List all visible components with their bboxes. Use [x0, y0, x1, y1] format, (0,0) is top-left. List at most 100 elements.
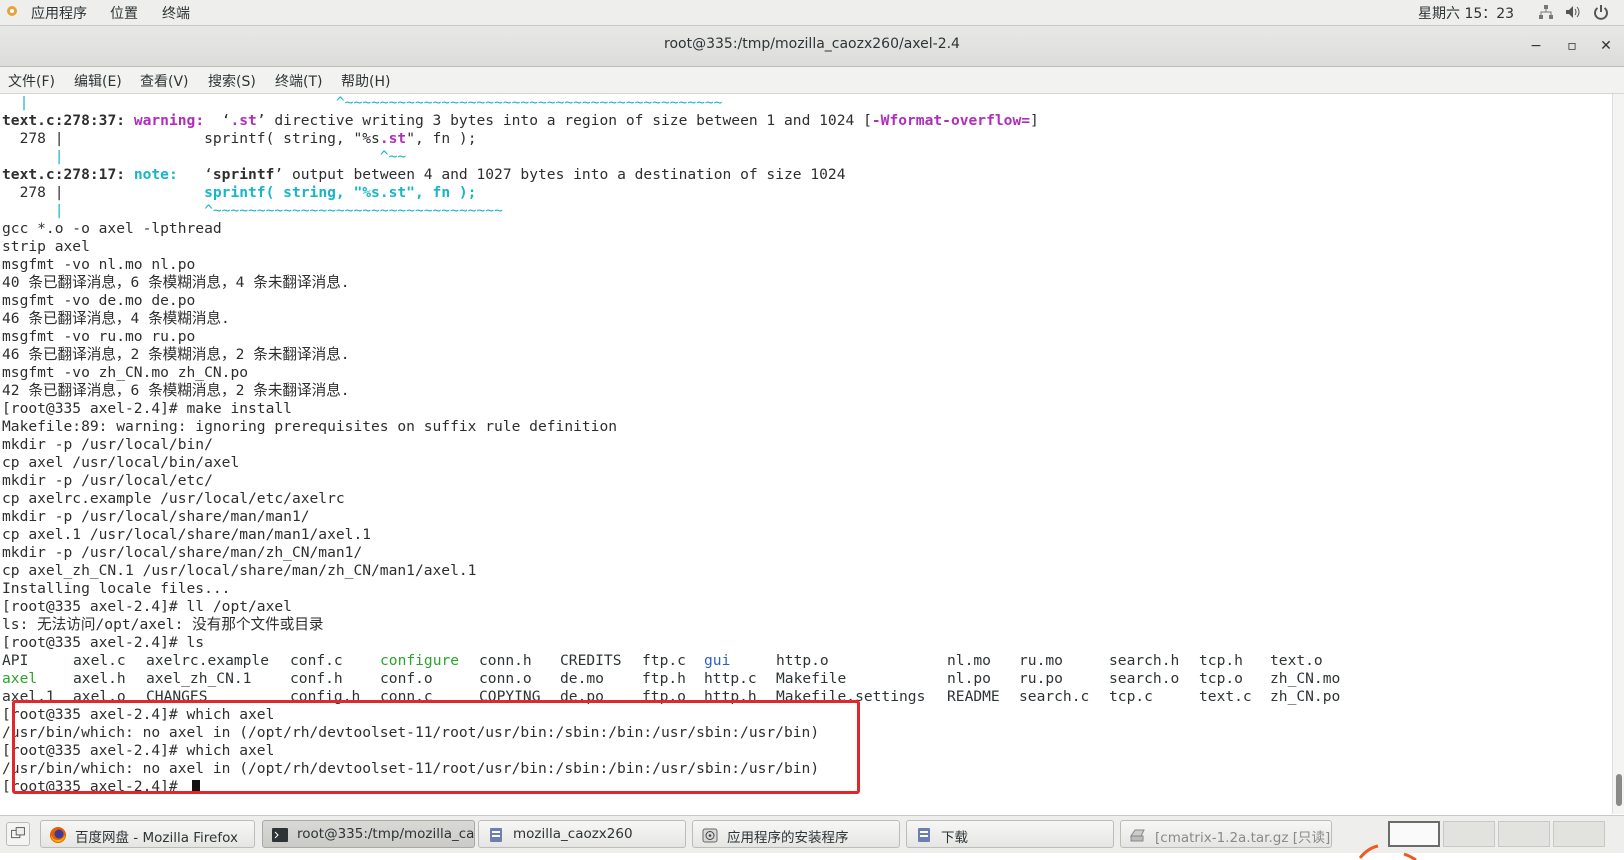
terminal-line: msgfmt -vo nl.mo nl.po [2, 256, 196, 273]
task-terminal[interactable]: root@335:/tmp/mozilla_ca··· [262, 820, 475, 848]
workspace-2[interactable] [1443, 821, 1495, 847]
terminal-line: /usr/bin/which: no axel in (/opt/rh/devt… [2, 724, 820, 741]
terminal-line: cp axel_zh_CN.1 /usr/local/share/man/zh_… [2, 562, 477, 579]
terminal-line: Makefile:89: warning: ignoring prerequis… [2, 418, 618, 435]
warning-flag: -Wformat-overflow= [871, 112, 1031, 129]
network-icon[interactable] [1538, 4, 1554, 20]
terminal-line: msgfmt -vo zh_CN.mo zh_CN.po [2, 364, 249, 381]
menu-bar: 文件(F) 编辑(E) 查看(V) 搜索(S) 终端(T) 帮助(H) [0, 67, 1624, 94]
menu-view[interactable]: 查看(V) [140, 71, 189, 91]
terminal-scrollbar[interactable] [1612, 94, 1624, 814]
ls-entry: Makefile.settings [776, 688, 926, 705]
source-code: ", fn ); [406, 130, 477, 147]
ls-entry: axel.o [73, 688, 126, 705]
ls-entry: nl.mo [947, 652, 991, 669]
ls-entry: ftp.h [642, 670, 686, 687]
top-panel: 应用程序 位置 终端 星期六 15：23 [0, 0, 1624, 26]
ls-entry: CHANGES [146, 688, 208, 705]
ls-entry: conf.h [290, 670, 343, 687]
ls-entry: axelrc.example [146, 652, 270, 669]
ls-entry: search.c [1019, 688, 1090, 705]
task-archive[interactable]: [cmatrix-1.2a.tar.gz [只读]] [1120, 820, 1332, 848]
terminal-line: 42 条已翻译消息，6 条模糊消息，2 条未翻译消息. [2, 382, 350, 399]
task-label: 百度网盘 - Mozilla Firefox [75, 830, 238, 846]
ls-entry: http.h [704, 688, 757, 705]
ls-entry: conn.h [479, 652, 532, 669]
menu-file[interactable]: 文件(F) [8, 71, 55, 91]
terminal-line: text.c:278:17: note: ‘sprintf’ output be… [2, 166, 846, 184]
ls-entry: gui [704, 652, 731, 669]
terminal-line: /usr/bin/which: no axel in (/opt/rh/devt… [2, 760, 820, 777]
task-downloads[interactable]: 下载 [906, 820, 1114, 848]
terminal-line: text.c:278:37: warning: ‘.st’ directive … [2, 112, 1039, 130]
ls-entry: COPYING [479, 688, 541, 705]
terminal-line: ls: 无法访问/opt/axel: 没有那个文件或目录 [2, 616, 324, 633]
task-label: root@335:/tmp/mozilla_ca··· [297, 826, 475, 842]
highlight-token: .st [230, 112, 257, 129]
ls-entry: text.o [1270, 652, 1323, 669]
window-titlebar[interactable]: root@335:/tmp/mozilla_caozx260/axel-2.4 … [0, 26, 1624, 67]
file-ref: text.c: [2, 166, 64, 183]
menu-terminal[interactable]: 终端(T) [275, 71, 322, 91]
terminal-line: mkdir -p /usr/local/bin/ [2, 436, 213, 453]
minimize-button[interactable]: − [1524, 34, 1548, 58]
terminal-line: cp axel.1 /usr/local/share/man/man1/axel… [2, 526, 372, 543]
close-button[interactable]: ✕ [1594, 34, 1618, 58]
ls-entry: conn.o [479, 670, 532, 687]
terminal-line: 46 条已翻译消息，2 条模糊消息，2 条未翻译消息. [2, 346, 350, 363]
terminal-line: 40 条已翻译消息，6 条模糊消息，4 条未翻译消息. [2, 274, 350, 291]
terminal-icon [272, 828, 288, 842]
terminal-output[interactable]: | ^~~~~~~~~~~~~~~~~~~~~~~~~~~~~~~~~~~~~~… [0, 94, 1612, 814]
ls-entry: de.mo [560, 670, 604, 687]
task-firefox[interactable]: 百度网盘 - Mozilla Firefox [40, 820, 255, 848]
ls-entry: zh_CN.po [1270, 688, 1341, 705]
ls-entry: configure [380, 652, 460, 669]
terminal-line: [root@335 axel-2.4]# which axel [2, 706, 275, 723]
applications-menu[interactable]: 应用程序 [31, 3, 87, 23]
task-installer[interactable]: 应用程序的安装程序 [692, 820, 900, 848]
ls-entry: ru.mo [1019, 652, 1063, 669]
ls-entry: conf.o [380, 670, 433, 687]
terminal-line: mkdir -p /usr/local/share/man/zh_CN/man1… [2, 544, 363, 561]
terminal-line: 278 | sprintf( string, "%s.st", fn ); [2, 130, 477, 148]
places-menu[interactable]: 位置 [110, 3, 138, 23]
volume-icon[interactable] [1565, 4, 1581, 20]
terminal-line: 46 条已翻译消息，4 条模糊消息. [2, 310, 230, 327]
ls-entry: CREDITS [560, 652, 622, 669]
menu-help[interactable]: 帮助(H) [341, 71, 390, 91]
quote: ‘ [186, 166, 213, 183]
clock[interactable]: 星期六 15：23 [1418, 3, 1514, 23]
ls-entry: conf.c [290, 652, 343, 669]
show-desktop-icon [11, 827, 25, 839]
terminal-line: | ^~~~~~~~~~~~~~~~~~~~~~~~~~~~~~~~~~ [2, 202, 503, 219]
apps-menu-icon[interactable] [6, 5, 18, 17]
terminal-line: msgfmt -vo ru.mo ru.po [2, 328, 196, 345]
terminal-app-menu[interactable]: 终端 [162, 3, 190, 23]
terminal-line: msgfmt -vo de.mo de.po [2, 292, 196, 309]
menu-search[interactable]: 搜索(S) [208, 71, 256, 91]
source-code: sprintf( string, "%s [204, 130, 380, 147]
ls-entry: de.po [560, 688, 604, 705]
task-folder-mozilla[interactable]: mozilla_caozx260 [478, 820, 686, 848]
terminal-prompt[interactable]: [root@335 axel-2.4]# [2, 778, 200, 796]
warning-message: ’ directive writing 3 bytes into a regio… [256, 112, 872, 129]
terminal-line: [root@335 axel-2.4]# make install [2, 400, 292, 417]
line-col: 278:37: [63, 112, 134, 129]
ls-entry: ftp.o [642, 688, 686, 705]
menu-edit[interactable]: 编辑(E) [74, 71, 122, 91]
highlight-token: .st [379, 130, 407, 147]
show-desktop-button[interactable] [6, 822, 30, 846]
bracket: ] [1030, 112, 1039, 129]
window-title: root@335:/tmp/mozilla_caozx260/axel-2.4 [664, 36, 960, 52]
ls-entry: text.c [1199, 688, 1252, 705]
quote: ‘ [212, 112, 231, 129]
workspace-3[interactable] [1498, 821, 1550, 847]
power-icon[interactable] [1593, 4, 1609, 20]
source-line-number: 278 | [2, 184, 205, 201]
installer-icon [702, 828, 718, 843]
scrollbar-thumb[interactable] [1616, 774, 1622, 806]
task-label: [cmatrix-1.2a.tar.gz [只读]] [1155, 830, 1332, 846]
workspace-4[interactable] [1553, 821, 1605, 847]
task-label: 下载 [941, 830, 968, 846]
maximize-button[interactable]: ▫ [1560, 34, 1584, 58]
